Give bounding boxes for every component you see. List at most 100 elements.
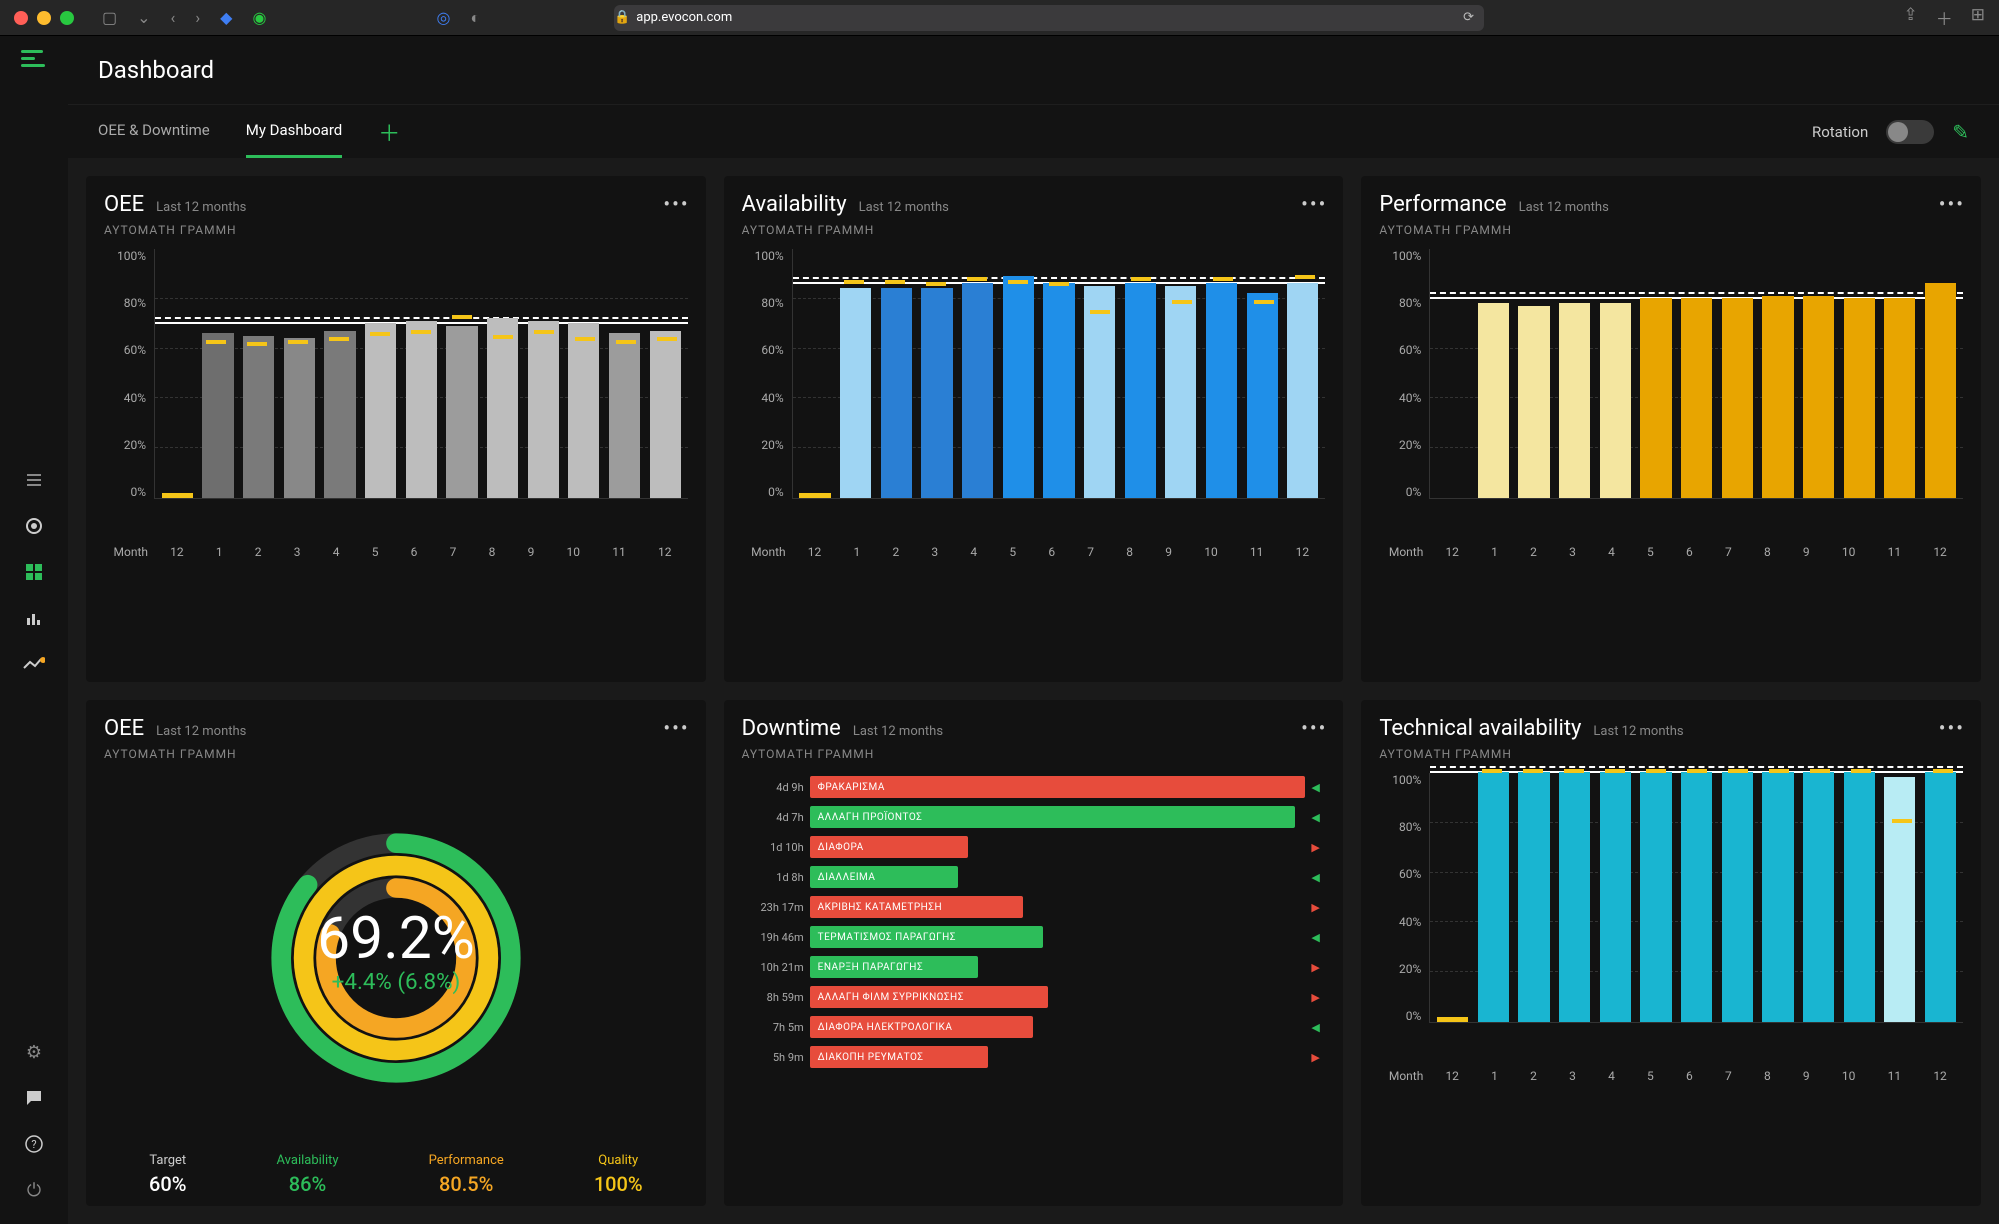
bar[interactable] — [243, 336, 274, 499]
rotation-toggle[interactable] — [1886, 120, 1934, 144]
tabs-overview-icon[interactable]: ⊞ — [1971, 5, 1985, 30]
nav-settings-icon[interactable]: ⚙ — [14, 1032, 54, 1072]
card-downtime: ••• Downtime Last 12 months ΑΥΤΟΜΑΤΗ ΓΡΑ… — [724, 700, 1344, 1206]
nav-chat-icon[interactable] — [14, 1078, 54, 1118]
bar[interactable] — [1681, 298, 1712, 498]
bar[interactable] — [1681, 772, 1712, 1022]
tab-oee-downtime[interactable]: OEE & Downtime — [98, 105, 210, 158]
refresh-icon[interactable]: ⟳ — [1463, 10, 1484, 25]
bar[interactable] — [1165, 286, 1196, 499]
bar[interactable] — [1559, 772, 1590, 1022]
bar[interactable] — [202, 333, 233, 498]
bar[interactable] — [1559, 303, 1590, 498]
bar[interactable] — [1043, 283, 1074, 498]
bar[interactable] — [840, 288, 871, 498]
bar[interactable] — [162, 493, 193, 498]
bar[interactable] — [446, 326, 477, 499]
bar[interactable] — [1478, 772, 1509, 1022]
bar[interactable] — [1437, 1017, 1468, 1022]
shield-icon[interactable]: ◎ — [430, 8, 456, 27]
bar[interactable] — [921, 288, 952, 498]
chevron-down-icon[interactable]: ⌄ — [131, 8, 156, 27]
add-tab-button[interactable]: ＋ — [378, 116, 400, 148]
bar[interactable] — [365, 323, 396, 498]
bar[interactable] — [1003, 276, 1034, 499]
bar[interactable] — [1247, 293, 1278, 498]
close-window-icon[interactable] — [14, 11, 28, 25]
bar[interactable] — [1640, 298, 1671, 498]
bar[interactable] — [324, 331, 355, 499]
bar[interactable] — [1722, 772, 1753, 1022]
card-more-icon[interactable]: ••• — [663, 716, 689, 740]
bar[interactable] — [1884, 777, 1915, 1022]
bar[interactable] — [1518, 772, 1549, 1022]
nav-trend-icon[interactable] — [14, 644, 54, 684]
bar[interactable] — [881, 288, 912, 498]
bar[interactable] — [568, 323, 599, 498]
new-tab-icon[interactable]: ＋ — [1936, 5, 1953, 30]
bar[interactable] — [1722, 298, 1753, 498]
bar[interactable] — [1803, 772, 1834, 1022]
downtime-row[interactable]: 4d 9hΦΡΑΚΑΡΙΣΜΑ◀ — [742, 773, 1326, 801]
bar[interactable] — [1925, 283, 1956, 498]
back-icon[interactable]: ‹ — [165, 8, 182, 27]
nav-list-icon[interactable] — [14, 460, 54, 500]
url-bar[interactable]: 🔒 app.evocon.com ⟳ — [614, 5, 1484, 31]
downtime-row[interactable]: 10h 21mΕΝΑΡΞΗ ΠΑΡΑΓΩΓΗΣ▶ — [742, 953, 1326, 981]
bar[interactable] — [1287, 283, 1318, 498]
downtime-row[interactable]: 5h 9mΔΙΑΚΟΠΗ ΡΕΥΜΑΤΟΣ▶ — [742, 1043, 1326, 1071]
downtime-row[interactable]: 19h 46mΤΕΡΜΑΤΙΣΜΟΣ ΠΑΡΑΓΩΓΗΣ◀ — [742, 923, 1326, 951]
downtime-row[interactable]: 7h 5mΔΙΑΦΟΡΑ ΗΛΕΚΤΡΟΛΟΓΙΚΑ◀ — [742, 1013, 1326, 1041]
app-logo-icon[interactable] — [21, 50, 47, 68]
bar[interactable] — [1518, 306, 1549, 499]
card-title: Downtime — [742, 716, 841, 741]
bar[interactable] — [1640, 772, 1671, 1022]
nav-dashboard-icon[interactable] — [14, 552, 54, 592]
card-more-icon[interactable]: ••• — [1939, 716, 1965, 740]
downtime-row[interactable]: 8h 59mΑΛΛΑΓΗ ΦΙΛΜ ΣΥΡΡΙΚΝΩΣΗΣ▶ — [742, 983, 1326, 1011]
forward-icon[interactable]: › — [189, 8, 206, 27]
bar[interactable] — [1600, 772, 1631, 1022]
card-more-icon[interactable]: ••• — [1301, 716, 1327, 740]
bar[interactable] — [1084, 286, 1115, 499]
bar[interactable] — [1206, 283, 1237, 498]
nav-power-icon[interactable]: ⏻ — [14, 1170, 54, 1210]
bar[interactable] — [406, 321, 437, 499]
bar[interactable] — [1600, 303, 1631, 498]
bar[interactable] — [650, 331, 681, 499]
bar[interactable] — [609, 333, 640, 498]
extension-icon[interactable]: ◆ — [214, 8, 238, 27]
bar[interactable] — [1125, 283, 1156, 498]
maximize-window-icon[interactable] — [60, 11, 74, 25]
bar[interactable] — [1884, 298, 1915, 498]
bar[interactable] — [487, 318, 518, 498]
edit-dashboard-button[interactable]: ✎ — [1952, 120, 1969, 144]
bar[interactable] — [1844, 772, 1875, 1022]
bar[interactable] — [1762, 296, 1793, 499]
tab-my-dashboard[interactable]: My Dashboard — [246, 105, 342, 158]
sidebar-toggle-icon[interactable]: ▢ — [96, 8, 123, 27]
card-more-icon[interactable]: ••• — [1301, 192, 1327, 216]
grammarly-icon[interactable]: ◉ — [246, 8, 272, 27]
downtime-row[interactable]: 23h 17mΑΚΡΙΒΗΣ ΚΑΤΑΜΕΤΡΗΣΗ▶ — [742, 893, 1326, 921]
nav-target-icon[interactable] — [14, 506, 54, 546]
downtime-row[interactable]: 1d 10hΔΙΑΦΟΡΑ▶ — [742, 833, 1326, 861]
bar[interactable] — [1844, 298, 1875, 498]
bar[interactable] — [284, 338, 315, 498]
bar[interactable] — [799, 493, 830, 498]
minimize-window-icon[interactable] — [37, 11, 51, 25]
nav-bar-chart-icon[interactable] — [14, 598, 54, 638]
bar[interactable] — [1762, 772, 1793, 1022]
card-more-icon[interactable]: ••• — [1939, 192, 1965, 216]
bar[interactable] — [1803, 296, 1834, 499]
contrast-icon[interactable]: ◐ — [464, 8, 486, 28]
bar[interactable] — [1925, 772, 1956, 1022]
downtime-row[interactable]: 4d 7hΑΛΛΑΓΗ ΠΡΟΪΟΝΤΟΣ◀ — [742, 803, 1326, 831]
share-icon[interactable]: ⇪ — [1904, 5, 1918, 30]
nav-help-icon[interactable]: ? — [14, 1124, 54, 1164]
bar[interactable] — [1478, 303, 1509, 498]
bar[interactable] — [528, 321, 559, 499]
downtime-row[interactable]: 1d 8hΔΙΑΛΛΕΙΜΑ◀ — [742, 863, 1326, 891]
card-more-icon[interactable]: ••• — [663, 192, 689, 216]
bar[interactable] — [962, 283, 993, 498]
